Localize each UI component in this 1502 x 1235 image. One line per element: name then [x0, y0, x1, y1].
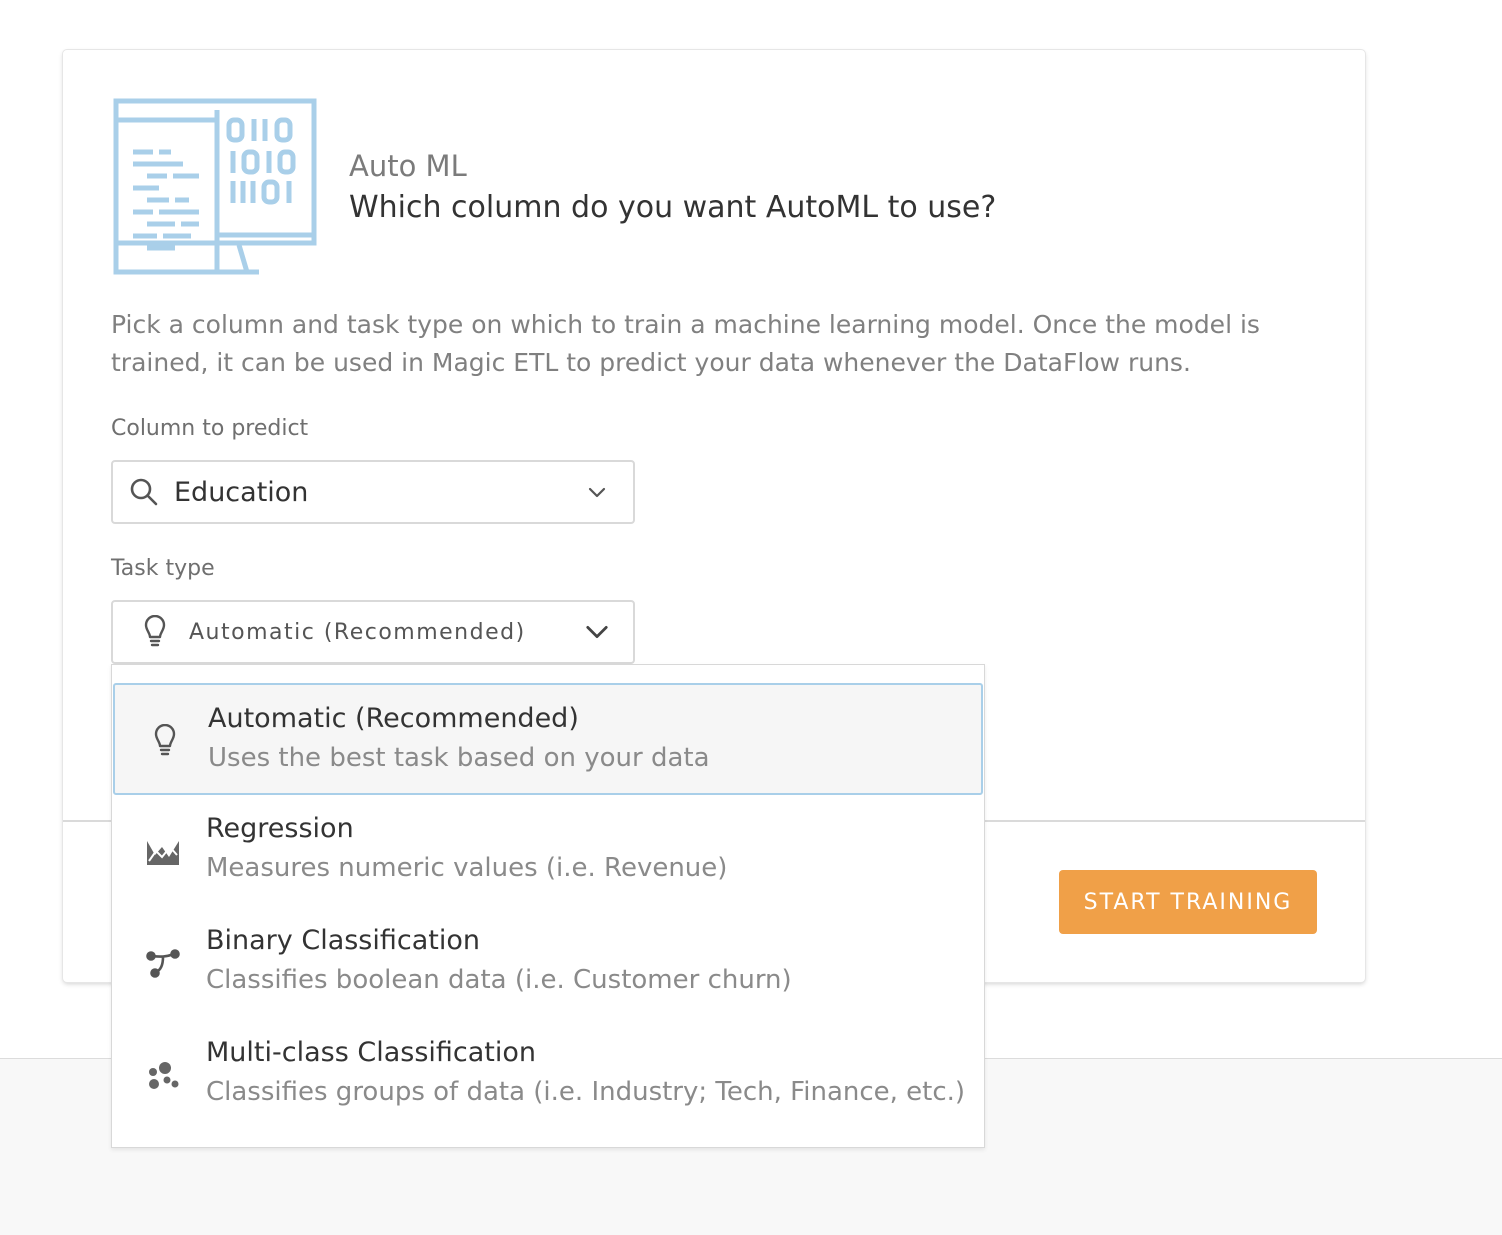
lightbulb-icon — [145, 721, 185, 761]
task-option-multiclass-classification[interactable]: Multi-class Classification Classifies gr… — [113, 1019, 983, 1131]
task-option-label: Binary Classification — [206, 925, 480, 956]
binary-code-monitor-icon — [113, 98, 317, 276]
column-select[interactable]: Education — [111, 460, 635, 524]
dialog-title: Which column do you want AutoML to use? — [349, 190, 997, 225]
binary-split-icon — [143, 943, 183, 983]
dialog-description: Pick a column and task type on which to … — [111, 310, 1260, 377]
search-icon — [129, 477, 159, 507]
task-option-description: Classifies boolean data (i.e. Customer c… — [206, 965, 792, 995]
task-option-binary-classification[interactable]: Binary Classification Classifies boolean… — [113, 907, 983, 1019]
task-option-description: Measures numeric values (i.e. Revenue) — [206, 853, 728, 883]
area-chart-icon — [143, 831, 183, 871]
column-field-label: Column to predict — [111, 416, 309, 441]
task-type-select[interactable]: Automatic (Recommended) — [111, 600, 635, 664]
cluster-dots-icon — [143, 1055, 183, 1095]
dialog-subtitle: Auto ML — [349, 149, 467, 183]
task-option-description: Classifies groups of data (i.e. Industry… — [206, 1077, 966, 1107]
column-select-value: Education — [174, 476, 309, 508]
lightbulb-icon — [143, 615, 167, 649]
task-field-label: Task type — [111, 556, 215, 581]
chevron-down-icon — [585, 480, 609, 504]
task-option-label: Regression — [206, 813, 354, 844]
start-training-button[interactable]: START TRAINING — [1059, 870, 1317, 934]
task-option-description: Uses the best task based on your data — [208, 743, 710, 773]
task-type-dropdown-menu: Automatic (Recommended) Uses the best ta… — [111, 664, 985, 1148]
task-option-regression[interactable]: Regression Measures numeric values (i.e.… — [113, 795, 983, 907]
task-option-label: Multi-class Classification — [206, 1037, 536, 1068]
task-option-automatic[interactable]: Automatic (Recommended) Uses the best ta… — [113, 683, 983, 795]
task-type-value: Automatic (Recommended) — [189, 619, 526, 645]
task-option-label: Automatic (Recommended) — [208, 703, 579, 734]
chevron-down-icon — [585, 620, 609, 644]
